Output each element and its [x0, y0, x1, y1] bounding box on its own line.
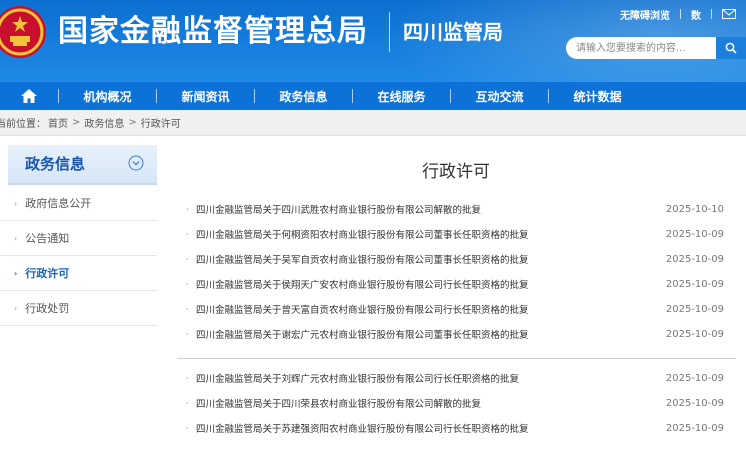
nav-item-gov-info[interactable]: 政务信息 [255, 82, 352, 110]
page-title: 行政许可 [422, 162, 490, 182]
list-item-title[interactable]: 四川金融监管局关于吴军自贡农村商业银行股份有限公司董事长任职资格的批复 [196, 252, 658, 266]
top-links-divider [680, 9, 681, 19]
bullet-icon: · [186, 423, 189, 433]
sidebar-item-announcements[interactable]: › 公告通知 [0, 221, 157, 256]
list-group-divider [177, 358, 736, 359]
top-links: 无障碍浏览 数 [620, 6, 736, 22]
bullet-icon: · [186, 279, 189, 289]
search-input[interactable] [566, 37, 714, 59]
list-item[interactable]: · 四川金融监管局关于四川荣县农村商业银行股份有限公司解散的批复 2025-10… [186, 394, 724, 412]
list-item[interactable]: · 四川金融监管局关于刘辉广元农村商业银行股份有限公司行长任职资格的批复 202… [186, 369, 724, 387]
sidebar-item-admin-penalty[interactable]: › 行政处罚 [0, 291, 157, 326]
search-box [566, 37, 746, 59]
bullet-icon: · [186, 398, 189, 408]
sidebar-item-label: 行政许可 [25, 267, 70, 280]
list-item[interactable]: · 四川金融监管局关于四川武胜农村商业银行股份有限公司解散的批复 2025-10… [186, 200, 724, 218]
breadcrumb-prefix: 当前位置： [0, 119, 46, 130]
list-item-title[interactable]: 四川金融监管局关于苏建强资阳农村商业银行股份有限公司行长任职资格的批复 [196, 421, 658, 435]
bullet-icon: · [186, 229, 189, 239]
header-divider [389, 12, 390, 52]
breadcrumb-gov-info[interactable]: 政务信息 [84, 115, 124, 130]
nav-item-online-services[interactable]: 在线服务 [353, 82, 450, 110]
list-item-date: 2025-10-09 [665, 303, 724, 315]
nav-item-org-overview[interactable]: 机构概况 [59, 82, 156, 110]
bullet-icon: › [14, 303, 18, 313]
nav-home[interactable] [0, 82, 58, 110]
bullet-icon: › [14, 198, 18, 208]
main-nav: 机构概况 新闻资讯 政务信息 在线服务 互动交流 统计数据 [0, 82, 746, 110]
list-item-title[interactable]: 四川金融监管局关于何桐资阳农村商业银行股份有限公司董事长任职资格的批复 [196, 227, 658, 241]
list-item[interactable]: · 四川金融监管局关于吴军自贡农村商业银行股份有限公司董事长任职资格的批复 20… [186, 250, 724, 268]
sidebar-item-label: 行政处罚 [25, 302, 70, 315]
data-link[interactable]: 数 [691, 7, 701, 22]
home-icon [21, 89, 37, 103]
site-header: 国家金融监督管理总局 四川监管局 无障碍浏览 数 [0, 0, 746, 82]
bullet-icon: · [186, 329, 189, 339]
list-item-date: 2025-10-09 [665, 328, 724, 340]
bullet-icon: › [14, 233, 18, 243]
bullet-icon: · [186, 304, 189, 314]
list-item-title[interactable]: 四川金融监管局关于侯翔天广安农村商业银行股份有限公司行长任职资格的批复 [196, 277, 658, 291]
sidebar-title: 政务信息 [25, 155, 86, 173]
bullet-icon: › [14, 268, 18, 278]
list-item-date: 2025-10-09 [665, 253, 724, 265]
mail-icon[interactable] [722, 9, 736, 19]
list-item-title[interactable]: 四川金融监管局关于刘辉广元农村商业银行股份有限公司行长任职资格的批复 [196, 371, 658, 385]
sidebar-item-gov-info-disclosure[interactable]: › 政府信息公开 [0, 186, 157, 221]
list-item[interactable]: · 四川金融监管局关于侯翔天广安农村商业银行股份有限公司行长任职资格的批复 20… [186, 275, 724, 293]
nav-item-statistics[interactable]: 统计数据 [549, 82, 646, 110]
national-emblem-icon [0, 6, 46, 58]
list-item-date: 2025-10-09 [665, 422, 724, 434]
list-item[interactable]: · 四川金融监管局关于谢宏广元农村商业银行股份有限公司董事长任职资格的批复 20… [186, 325, 724, 343]
bullet-icon: · [186, 373, 189, 383]
list-item[interactable]: · 四川金融监管局关于曾天富自贡农村商业银行股份有限公司行长任职资格的批复 20… [186, 300, 724, 318]
list-item-title[interactable]: 四川金融监管局关于四川荣县农村商业银行股份有限公司解散的批复 [196, 396, 658, 410]
branch-name[interactable]: 四川监管局 [403, 18, 503, 46]
sidebar-item-label: 公告通知 [25, 232, 70, 245]
list-item-title[interactable]: 四川金融监管局关于谢宏广元农村商业银行股份有限公司董事长任职资格的批复 [196, 327, 658, 341]
breadcrumb-separator: > [72, 117, 81, 128]
list-item[interactable]: · 四川金融监管局关于苏建强资阳农村商业银行股份有限公司行长任职资格的批复 20… [186, 419, 724, 437]
accessibility-link[interactable]: 无障碍浏览 [620, 7, 670, 22]
bullet-icon: · [186, 254, 189, 264]
list-item-date: 2025-10-10 [665, 203, 724, 215]
list-item-date: 2025-10-09 [665, 372, 724, 384]
breadcrumb-separator: > [128, 117, 137, 128]
search-icon [725, 42, 737, 54]
list-item-date: 2025-10-09 [665, 397, 724, 409]
chevron-down-icon[interactable] [128, 155, 144, 171]
sidebar-item-admin-license[interactable]: › 行政许可 [0, 256, 157, 291]
bullet-icon: · [186, 204, 189, 214]
breadcrumb-home[interactable]: 首页 [48, 115, 68, 130]
breadcrumb: 当前位置： 首页 > 政务信息 > 行政许可 [0, 110, 746, 136]
sidebar-header: 政务信息 [8, 145, 157, 185]
nav-item-news[interactable]: 新闻资讯 [157, 82, 254, 110]
sidebar-item-label: 政府信息公开 [25, 197, 92, 210]
breadcrumb-current: 行政许可 [140, 119, 181, 130]
list-item-date: 2025-10-09 [665, 228, 724, 240]
top-links-divider [711, 9, 712, 19]
nav-item-interaction[interactable]: 互动交流 [451, 82, 548, 110]
list-item-title[interactable]: 四川金融监管局关于四川武胜农村商业银行股份有限公司解散的批复 [196, 202, 658, 216]
sidebar: 政务信息 › 政府信息公开 › 公告通知 › 行政许可 › 行政处罚 [0, 145, 157, 450]
org-name[interactable]: 国家金融监督管理总局 [58, 12, 368, 52]
list-item[interactable]: · 四川金融监管局关于何桐资阳农村商业银行股份有限公司董事长任职资格的批复 20… [186, 225, 724, 243]
search-button[interactable] [716, 37, 746, 59]
list-item-title[interactable]: 四川金融监管局关于曾天富自贡农村商业银行股份有限公司行长任职资格的批复 [196, 302, 658, 316]
list-item-date: 2025-10-09 [665, 278, 724, 290]
